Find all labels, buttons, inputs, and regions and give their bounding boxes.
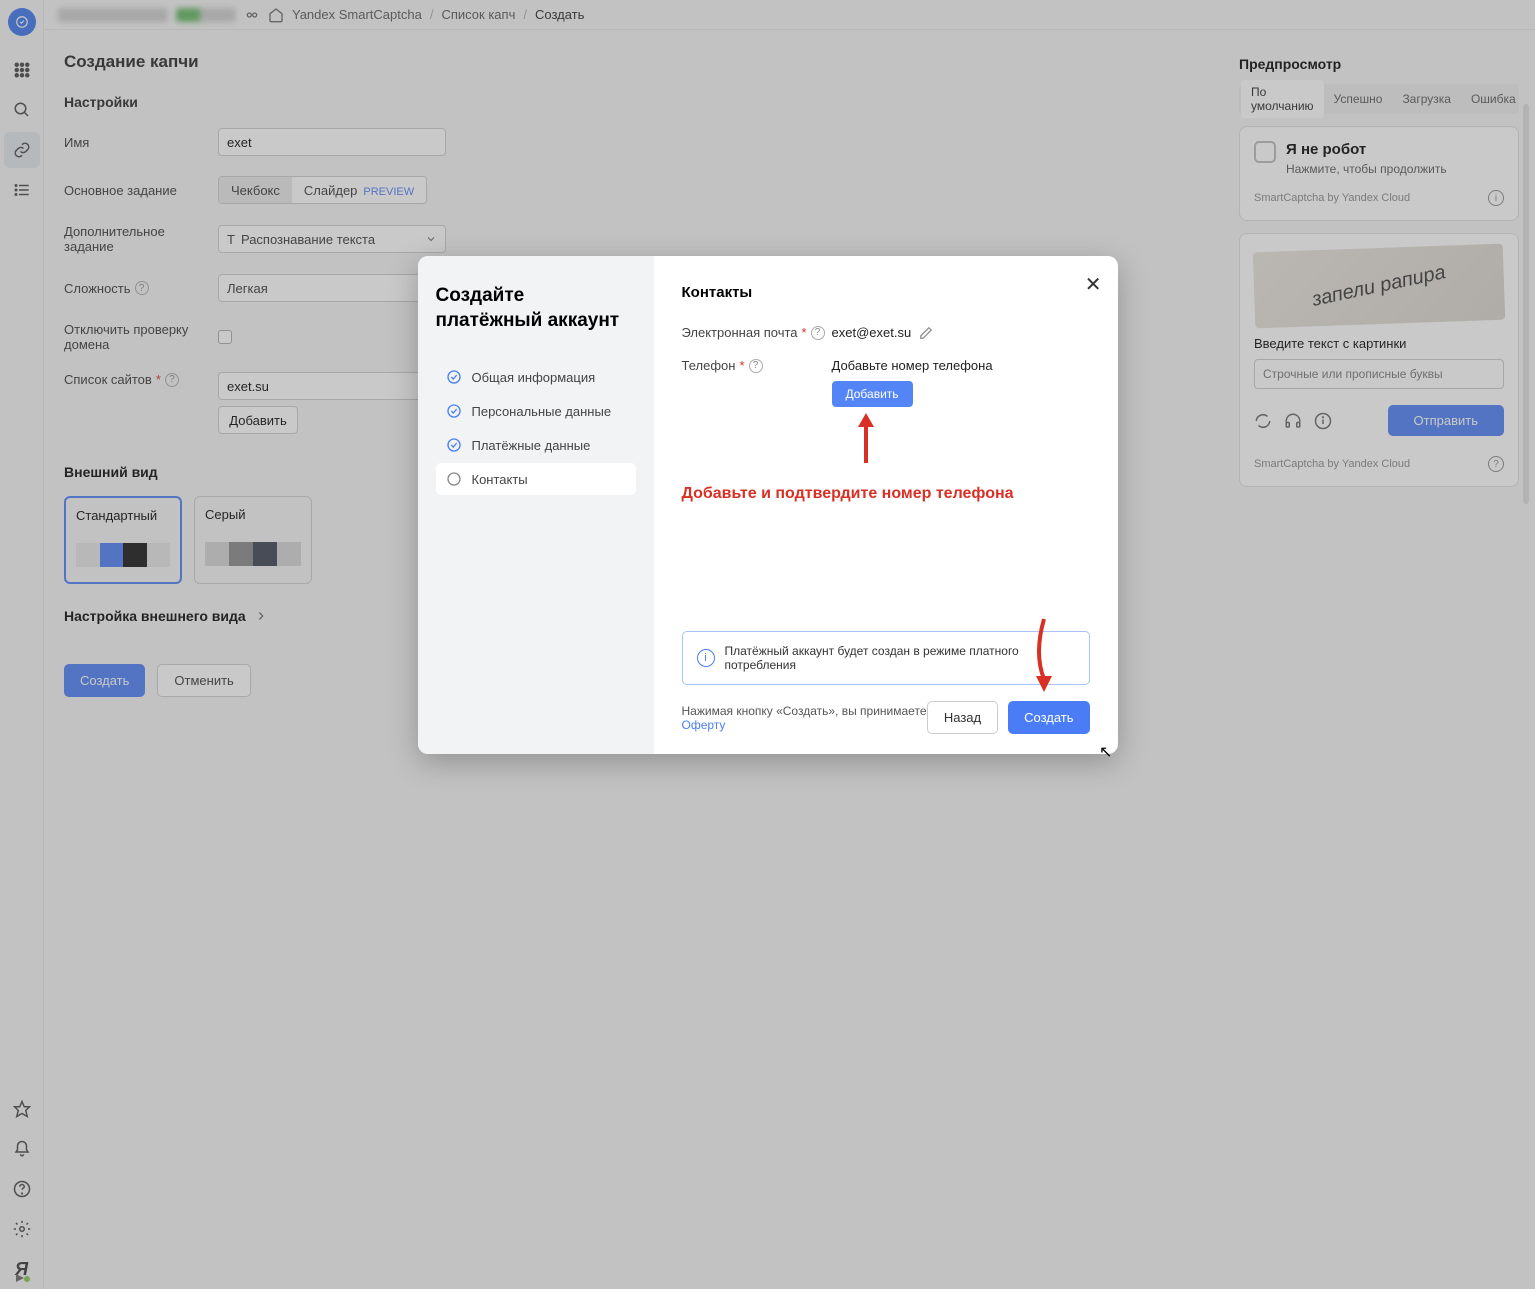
close-button[interactable]: ✕: [1085, 272, 1102, 297]
step-contacts[interactable]: Контакты: [436, 463, 636, 495]
modal-create-button[interactable]: Создать: [1008, 701, 1089, 734]
billing-modal: Создайте платёжный аккаунт Общая информа…: [418, 256, 1118, 754]
contacts-heading: Контакты: [682, 284, 1090, 301]
step-payment[interactable]: Платёжные данные: [436, 429, 636, 461]
offer-link[interactable]: Оферту: [682, 718, 726, 732]
email-value: exet@exet.su: [832, 325, 912, 340]
modal-body: ✕ Контакты Электронная почта*? exet@exet…: [654, 256, 1118, 754]
edit-icon[interactable]: [919, 326, 933, 340]
info-icon: i: [697, 649, 715, 667]
annotation-arrow-icon: [1024, 614, 1064, 694]
modal-overlay: Создайте платёжный аккаунт Общая информа…: [0, 0, 1535, 1289]
step-personal[interactable]: Персональные данные: [436, 395, 636, 427]
annotation-arrow-icon: [846, 403, 886, 483]
email-label: Электронная почта*?: [682, 325, 832, 340]
back-button[interactable]: Назад: [927, 701, 998, 734]
modal-sidebar: Создайте платёжный аккаунт Общая информа…: [418, 256, 654, 754]
annotation-text: Добавьте и подтвердите номер телефона: [682, 485, 1090, 503]
modal-title: Создайте платёжный аккаунт: [436, 284, 636, 333]
step-general[interactable]: Общая информация: [436, 361, 636, 393]
help-icon[interactable]: ?: [811, 326, 825, 340]
phone-prompt: Добавьте номер телефона: [832, 358, 993, 373]
phone-label: Телефон*?: [682, 358, 832, 373]
help-icon[interactable]: ?: [749, 359, 763, 373]
terms-text: Нажимая кнопку «Создать», вы принимаете …: [682, 704, 927, 732]
